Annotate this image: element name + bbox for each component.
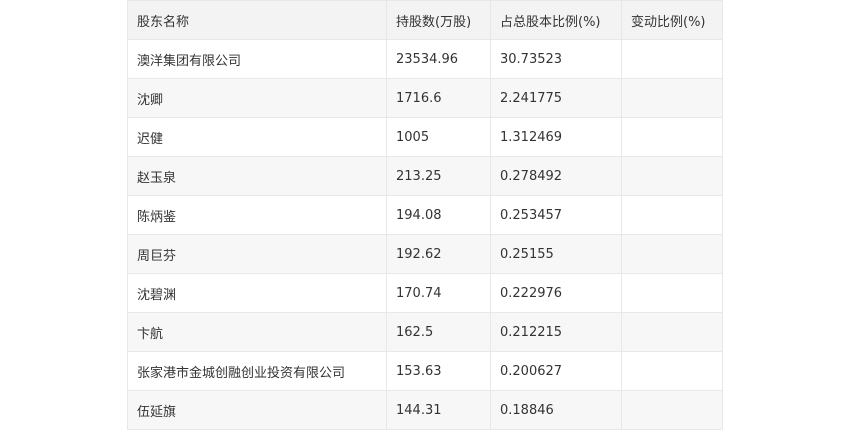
- table-row: 沈卿 1716.6 2.241775: [127, 78, 723, 118]
- cell-shareholder-name: 赵玉泉: [127, 156, 387, 196]
- cell-share-ratio: 0.18846: [490, 390, 622, 430]
- cell-share-ratio: 0.25155: [490, 234, 622, 274]
- cell-shareholder-name: 迟健: [127, 117, 387, 157]
- cell-shareholder-name: 伍延旗: [127, 390, 387, 430]
- cell-shares-held: 153.63: [386, 351, 491, 391]
- cell-shareholder-name: 澳洋集团有限公司: [127, 39, 387, 79]
- cell-shareholder-name: 沈卿: [127, 78, 387, 118]
- cell-change-ratio: [621, 234, 723, 274]
- shareholder-table: 股东名称 持股数(万股) 占总股本比例(%) 变动比例(%) 澳洋集团有限公司 …: [127, 0, 723, 430]
- cell-shares-held: 1005: [386, 117, 491, 157]
- cell-share-ratio: 2.241775: [490, 78, 622, 118]
- table-row: 迟健 1005 1.312469: [127, 117, 723, 157]
- cell-shares-held: 23534.96: [386, 39, 491, 79]
- cell-share-ratio: 0.200627: [490, 351, 622, 391]
- header-share-ratio: 占总股本比例(%): [490, 0, 622, 40]
- cell-change-ratio: [621, 312, 723, 352]
- cell-shareholder-name: 周巨芬: [127, 234, 387, 274]
- cell-shares-held: 170.74: [386, 273, 491, 313]
- cell-shares-held: 1716.6: [386, 78, 491, 118]
- table-header-row: 股东名称 持股数(万股) 占总股本比例(%) 变动比例(%): [127, 0, 723, 40]
- cell-shareholder-name: 张家港市金城创融创业投资有限公司: [127, 351, 387, 391]
- cell-change-ratio: [621, 195, 723, 235]
- header-shareholder-name: 股东名称: [127, 0, 387, 40]
- cell-shares-held: 162.5: [386, 312, 491, 352]
- cell-change-ratio: [621, 390, 723, 430]
- cell-share-ratio: 0.253457: [490, 195, 622, 235]
- cell-shares-held: 213.25: [386, 156, 491, 196]
- table-row: 沈碧渊 170.74 0.222976: [127, 273, 723, 313]
- table-row: 张家港市金城创融创业投资有限公司 153.63 0.200627: [127, 351, 723, 391]
- cell-shareholder-name: 卞航: [127, 312, 387, 352]
- table-row: 周巨芬 192.62 0.25155: [127, 234, 723, 274]
- cell-share-ratio: 1.312469: [490, 117, 622, 157]
- cell-change-ratio: [621, 78, 723, 118]
- cell-share-ratio: 0.278492: [490, 156, 622, 196]
- cell-shareholder-name: 沈碧渊: [127, 273, 387, 313]
- cell-share-ratio: 0.212215: [490, 312, 622, 352]
- cell-share-ratio: 30.73523: [490, 39, 622, 79]
- table-row: 赵玉泉 213.25 0.278492: [127, 156, 723, 196]
- cell-change-ratio: [621, 117, 723, 157]
- cell-change-ratio: [621, 273, 723, 313]
- table-row: 伍延旗 144.31 0.18846: [127, 390, 723, 430]
- cell-change-ratio: [621, 351, 723, 391]
- cell-change-ratio: [621, 39, 723, 79]
- cell-change-ratio: [621, 156, 723, 196]
- shareholder-table-container: 股东名称 持股数(万股) 占总股本比例(%) 变动比例(%) 澳洋集团有限公司 …: [127, 0, 723, 430]
- header-shares-held: 持股数(万股): [386, 0, 491, 40]
- cell-shares-held: 194.08: [386, 195, 491, 235]
- table-row: 卞航 162.5 0.212215: [127, 312, 723, 352]
- cell-shares-held: 192.62: [386, 234, 491, 274]
- cell-share-ratio: 0.222976: [490, 273, 622, 313]
- cell-shareholder-name: 陈炳鉴: [127, 195, 387, 235]
- cell-shares-held: 144.31: [386, 390, 491, 430]
- table-row: 陈炳鉴 194.08 0.253457: [127, 195, 723, 235]
- header-change-ratio: 变动比例(%): [621, 0, 723, 40]
- table-row: 澳洋集团有限公司 23534.96 30.73523: [127, 39, 723, 79]
